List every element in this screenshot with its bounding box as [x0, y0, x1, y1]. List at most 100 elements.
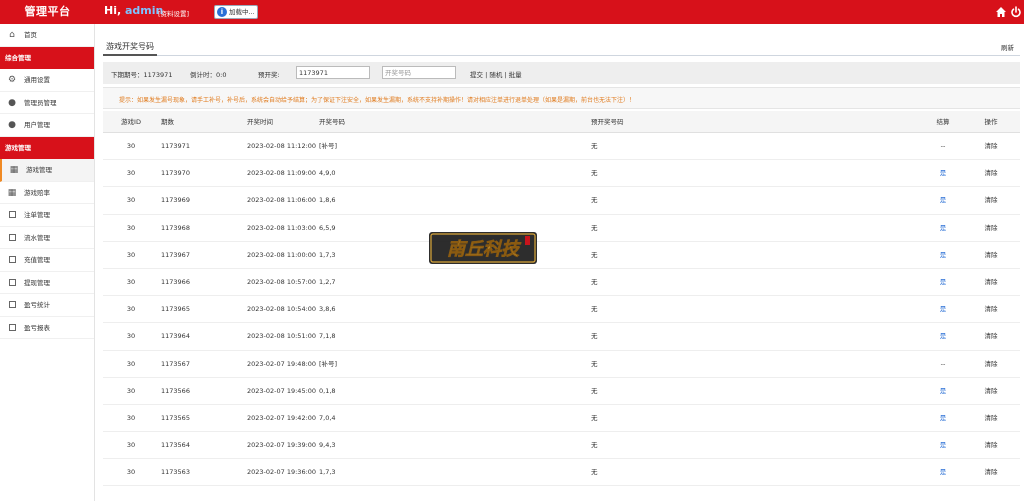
sidebar-item-3[interactable]: ● 管理员管理	[0, 92, 94, 114]
sidebar-item-2[interactable]: ⚙ 通用设置	[0, 69, 94, 92]
cell-draw-time: 2023-02-08 10:51:00	[247, 332, 317, 341]
clear-button[interactable]: 清除	[979, 323, 1003, 350]
main-content: 游戏开奖号码 刷新 下期期号：1173971 倒计时：0:0 预开奖: 提交 |…	[103, 24, 1020, 501]
submit-random-batch-actions[interactable]: 提交 | 随机 | 批量	[470, 69, 522, 79]
draw-table: 游戏ID 期数 开奖时间 开奖号码 预开奖号码 结算 操作 30 1173971 2…	[103, 111, 1020, 487]
cell-draw-code: 1,7,3	[319, 468, 336, 477]
cell-draw-code: [补号]	[319, 359, 338, 368]
cell-issue: 1173967	[161, 250, 190, 259]
cell-game-id: 30	[126, 413, 136, 422]
sidebar-item-label: 游戏管理	[26, 166, 52, 174]
cell-settled: 是	[939, 305, 947, 314]
sidebar-item-label: 游戏赔率	[24, 188, 50, 197]
draw-code-input[interactable]	[382, 66, 456, 79]
cell-draw-code: 1,7,3	[319, 250, 336, 259]
cell-game-id: 30	[126, 196, 136, 205]
cell-issue: 1173968	[161, 223, 190, 232]
sidebar-item-11[interactable]: 提现管理	[0, 272, 94, 294]
cell-draw-code: 1,8,6	[319, 196, 336, 205]
top-bar: 管理平台 Hi, admin [资料设置] i 加载中...	[0, 0, 1024, 24]
clear-button[interactable]: 清除	[979, 187, 1003, 214]
preset-label: 预开奖:	[258, 71, 280, 79]
cell-draw-code: 1,2,7	[319, 277, 336, 286]
clear-button[interactable]: 清除	[979, 405, 1003, 432]
cell-draw-code: 0,1,8	[319, 386, 336, 395]
next-issue-label: 下期期号：1173971	[111, 71, 173, 79]
table-row: 30 1173566 2023-02-07 19:45:00 0,1,8 无 是 清除	[103, 378, 1020, 405]
cell-draw-time: 2023-02-08 11:12:00	[247, 142, 317, 150]
sidebar-item-label: 通用设置	[24, 76, 50, 84]
table-row: 30 1173966 2023-02-08 10:57:00 1,2,7 无 是 清除	[103, 269, 1020, 297]
clear-button[interactable]: 清除	[979, 269, 1003, 296]
table-row: 30 1173567 2023-02-07 19:48:00 [补号] 无 -- 清除	[103, 351, 1020, 378]
sidebar-item-13[interactable]: 盈亏报表	[0, 317, 94, 339]
sidebar-item-4[interactable]: ● 用户管理	[0, 114, 94, 137]
home-icon[interactable]	[995, 6, 1007, 18]
power-icon[interactable]	[1010, 6, 1022, 18]
cell-draw-time: 2023-02-07 19:36:00	[247, 468, 317, 477]
profile-settings-link[interactable]: [资料设置]	[158, 8, 189, 18]
sidebar-item-6[interactable]: ▦ 游戏管理	[0, 159, 94, 182]
table-row: 30 1173971 2023-02-08 11:12:00 [补号] 无 -- 清除	[103, 133, 1020, 161]
cell-draw-code: 9,4,3	[319, 441, 336, 450]
cell-draw-time: 2023-02-07 19:42:00	[247, 413, 317, 422]
sidebar-item-0[interactable]: ⌂ 首页	[0, 24, 94, 47]
cell-preset-code: 无	[591, 196, 598, 205]
cell-issue: 1173969	[161, 196, 190, 205]
cell-issue: 1173965	[161, 305, 190, 314]
sidebar-item-8[interactable]: 注单管理	[0, 204, 94, 227]
clear-button[interactable]: 清除	[979, 160, 1003, 187]
clear-button[interactable]: 清除	[979, 215, 1003, 242]
cell-preset-code: 无	[591, 250, 598, 259]
clear-button[interactable]: 清除	[979, 296, 1003, 323]
square-icon	[7, 323, 17, 333]
sidebar-item-9[interactable]: 流水管理	[0, 227, 94, 249]
cell-game-id: 30	[126, 169, 136, 178]
cell-preset-code: 无	[591, 386, 598, 395]
clear-button[interactable]: 清除	[979, 378, 1003, 405]
sidebar-item-10[interactable]: 充值管理	[0, 249, 94, 272]
col-draw-time: 开奖时间	[247, 118, 273, 126]
cell-settled: 是	[939, 441, 947, 450]
table-row: 30 1173565 2023-02-07 19:42:00 7,0,4 无 是 清除	[103, 405, 1020, 433]
cell-draw-time: 2023-02-07 19:45:00	[247, 386, 317, 395]
table-row: 30 1173968 2023-02-08 11:03:00 6,5,9 无 是 清除	[103, 215, 1020, 242]
loading-label: 加载中...	[229, 8, 255, 16]
col-settled: 结算	[936, 118, 950, 126]
clear-button[interactable]: 清除	[979, 351, 1003, 378]
cell-preset-code: 无	[591, 169, 598, 178]
tab-game-draw-numbers[interactable]: 游戏开奖号码	[103, 38, 157, 56]
sidebar-item-12[interactable]: 盈亏统计	[0, 294, 94, 317]
cell-settled: --	[940, 142, 946, 150]
clear-button[interactable]: 清除	[979, 432, 1003, 459]
cell-draw-code: 3,8,6	[319, 305, 336, 314]
clear-button[interactable]: 清除	[979, 459, 1003, 486]
cell-draw-time: 2023-02-08 10:54:00	[247, 305, 317, 314]
clear-button[interactable]: 清除	[979, 133, 1003, 160]
cell-draw-time: 2023-02-07 19:39:00	[247, 441, 317, 450]
cell-game-id: 30	[126, 223, 136, 232]
cell-settled: 是	[939, 223, 947, 232]
cell-preset-code: 无	[591, 413, 598, 422]
cell-preset-code: 无	[591, 468, 598, 477]
col-game-id: 游戏ID	[121, 118, 141, 126]
table-row: 30 1173563 2023-02-07 19:36:00 1,7,3 无 是 清除	[103, 459, 1020, 487]
cell-draw-code: 4,9,0	[319, 169, 336, 178]
greeting: Hi, admin	[104, 4, 163, 17]
info-icon: i	[217, 7, 227, 17]
square-icon	[7, 233, 17, 243]
square-icon	[7, 255, 17, 265]
sidebar-item-7[interactable]: ▦ 游戏赔率	[0, 182, 94, 204]
table-row: 30 1173970 2023-02-08 11:09:00 4,9,0 无 是 清除	[103, 160, 1020, 188]
cell-draw-time: 2023-02-08 11:06:00	[247, 196, 317, 205]
col-issue: 期数	[161, 118, 174, 126]
cell-issue: 1173565	[161, 413, 190, 422]
issue-input[interactable]	[296, 66, 370, 79]
control-bar: 下期期号：1173971 倒计时：0:0 预开奖: 提交 | 随机 | 批量	[103, 62, 1020, 84]
refresh-button[interactable]: 刷新	[1001, 42, 1014, 52]
cell-issue: 1173566	[161, 386, 190, 395]
loading-indicator: i 加载中...	[214, 5, 258, 19]
clear-button[interactable]: 清除	[979, 242, 1003, 269]
table-row: 30 1173964 2023-02-08 10:51:00 7,1,8 无 是 清除	[103, 323, 1020, 351]
cell-draw-code: 7,1,8	[319, 332, 336, 341]
